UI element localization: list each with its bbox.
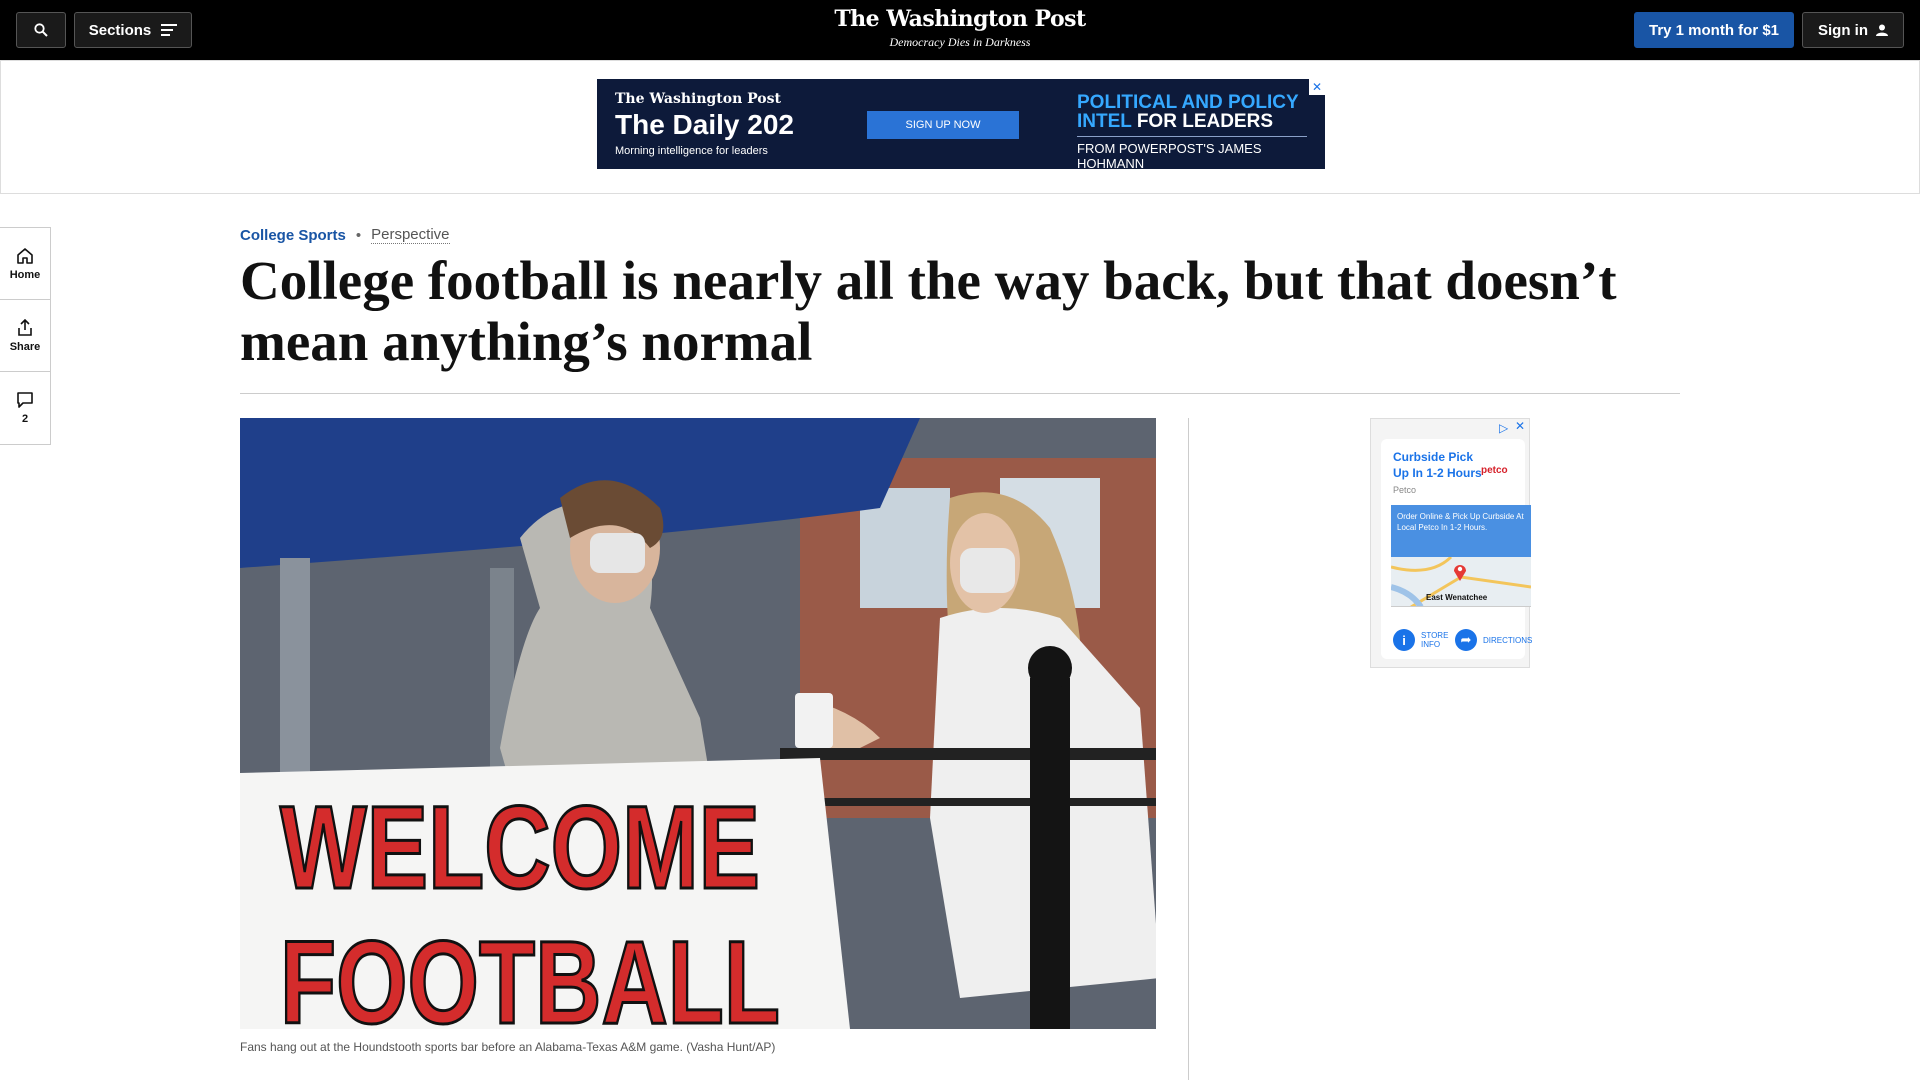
perspective-label[interactable]: Perspective — [371, 226, 450, 244]
directions-button[interactable]: ➦ DIRECTIONS — [1455, 629, 1532, 651]
rail-share-button[interactable]: Share — [0, 300, 50, 372]
banner-line-welcome: WELCOME — [280, 782, 760, 914]
sign-in-label: Sign in — [1818, 21, 1868, 39]
site-logo[interactable]: The Washington Post — [760, 6, 1160, 32]
rail-home-button[interactable]: Home — [0, 228, 50, 300]
map-location-label: East Wenatchee — [1426, 593, 1488, 602]
search-button[interactable] — [16, 12, 66, 48]
side-ad-promo: Order Online & Pick Up Curbside At Local… — [1391, 505, 1531, 557]
side-ad-brand: petco — [1481, 465, 1508, 476]
ad-close-icon[interactable]: ✕ — [1515, 419, 1525, 433]
share-icon — [18, 318, 32, 336]
ad-headline-white: FOR LEADERS — [1136, 111, 1274, 132]
petco-side-ad[interactable]: ▷ ✕ Curbside Pick Up In 1-2 Hours petco … — [1370, 418, 1532, 668]
rail-home-label: Home — [9, 268, 41, 281]
side-ad-source: Petco — [1393, 485, 1417, 495]
daily-202-ad-banner[interactable]: The Washington Post The Daily 202 Mornin… — [597, 79, 1325, 169]
info-icon: i — [1393, 629, 1415, 651]
headline-divider — [240, 393, 1680, 394]
map-pin-icon — [1454, 565, 1466, 581]
article-hero-image[interactable]: WELCOME FOOTBALL — [240, 418, 1156, 1029]
directions-icon: ➦ — [1455, 629, 1477, 651]
ad-subtitle: Morning intelligence for leaders — [615, 145, 768, 157]
ad-close-icon[interactable]: ✕ — [1309, 79, 1325, 95]
ad-signup-button[interactable]: SIGN UP NOW — [867, 111, 1019, 139]
article-headline: College football is nearly all the way b… — [240, 250, 1617, 372]
store-info-button[interactable]: i STORE INFO — [1393, 629, 1451, 651]
sign-in-button[interactable]: Sign in — [1802, 12, 1904, 48]
rail-comment-count: 2 — [21, 413, 29, 425]
site-tagline: Democracy Dies in Darkness — [889, 35, 1031, 49]
home-icon — [17, 247, 33, 264]
hero-photo: WELCOME FOOTBALL — [240, 418, 1156, 1029]
ad-headline-line2: INTEL FOR LEADERS — [1077, 112, 1299, 131]
article-kicker: College Sports • Perspective — [240, 226, 450, 244]
ad-divider — [1077, 136, 1307, 137]
ad-headline: POLITICAL AND POLICY INTEL FOR LEADERS — [1077, 93, 1299, 131]
column-divider — [1188, 418, 1189, 1080]
ad-byline: FROM POWERPOST'S JAMES HOHMANN — [1077, 141, 1262, 169]
kicker-separator: • — [355, 226, 362, 244]
banner-line-football: FOOTBALL — [280, 917, 780, 1029]
top-ad-band: The Washington Post The Daily 202 Mornin… — [0, 60, 1920, 194]
left-rail: Home Share 2 — [0, 227, 51, 445]
rail-comments-button[interactable]: 2 — [0, 372, 50, 444]
directions-label: DIRECTIONS — [1483, 635, 1533, 645]
ad-headline-blue: INTEL — [1077, 111, 1132, 132]
search-icon — [34, 23, 48, 37]
ad-headline-line1: POLITICAL AND POLICY — [1077, 92, 1299, 113]
side-ad-title: Curbside Pick Up In 1-2 Hours — [1393, 450, 1482, 480]
side-ad-map[interactable]: East Wenatchee — [1391, 557, 1531, 607]
sections-button[interactable]: Sections — [74, 12, 192, 48]
ad-card[interactable]: Curbside Pick Up In 1-2 Hours petco Petc… — [1381, 439, 1532, 659]
ad-logo: The Washington Post — [615, 91, 781, 107]
subscribe-trial-button[interactable]: Try 1 month for $1 — [1634, 12, 1794, 48]
store-info-label: STORE INFO — [1421, 631, 1449, 649]
menu-icon — [161, 24, 178, 36]
adchoices-icon[interactable]: ▷ — [1499, 421, 1511, 435]
section-link[interactable]: College Sports — [240, 227, 346, 244]
image-caption: Fans hang out at the Houndstooth sports … — [240, 1040, 776, 1054]
top-navigation: Sections The Washington Post Democracy D… — [0, 0, 1920, 60]
user-icon — [1876, 24, 1888, 36]
masthead[interactable]: The Washington Post Democracy Dies in Da… — [760, 6, 1160, 50]
comment-icon — [17, 392, 33, 408]
ad-title: The Daily 202 — [615, 109, 794, 140]
rail-share-label: Share — [9, 340, 41, 353]
sections-label: Sections — [88, 21, 152, 39]
